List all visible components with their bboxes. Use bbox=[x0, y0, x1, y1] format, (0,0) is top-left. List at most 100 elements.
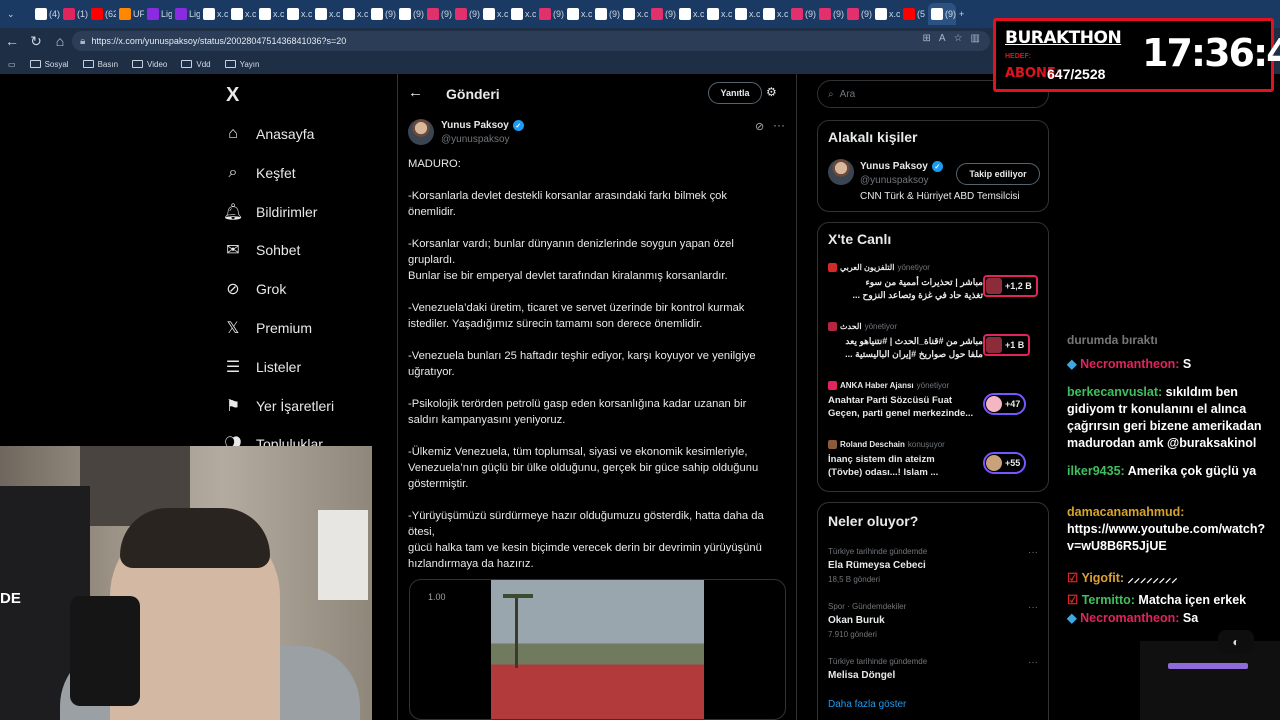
trend-item[interactable]: Türkiye tarihinde gündemde Ela Rümeysa Ce… bbox=[828, 547, 1040, 584]
browser-tab[interactable]: UF bbox=[116, 3, 144, 25]
reply-settings-icon[interactable]: ⚙︎ bbox=[766, 85, 777, 99]
author-handle[interactable]: @yunuspaksoy bbox=[441, 134, 510, 145]
author-avatar[interactable] bbox=[408, 119, 434, 145]
bookmarks-menu-icon[interactable]: ▭ bbox=[8, 60, 16, 69]
back-nav-icon[interactable]: ← bbox=[0, 29, 24, 53]
chat-bubble-icon[interactable]: ◐ bbox=[1218, 630, 1254, 654]
browser-tab[interactable]: (9) bbox=[788, 3, 816, 25]
browser-tab[interactable]: x.c bbox=[760, 3, 788, 25]
nav-item-grok[interactable]: ⊘ Grok bbox=[222, 274, 286, 304]
browser-tab[interactable]: (9) bbox=[536, 3, 564, 25]
browser-tab[interactable]: (9) bbox=[592, 3, 620, 25]
more-options-icon[interactable]: ··· bbox=[773, 118, 785, 132]
author-name[interactable]: Yunus Paksoy ✓ bbox=[441, 120, 524, 131]
browser-tab[interactable]: Lig bbox=[144, 3, 172, 25]
live-item[interactable]: Roland Deschain konuşuyor İnanç sistem din… bbox=[828, 438, 1040, 479]
source-name: Roland Deschain bbox=[840, 439, 905, 449]
browser-tab[interactable]: Lig bbox=[172, 3, 200, 25]
nav-item-label: Yer İşaretleri bbox=[256, 397, 335, 414]
nav-item-mail[interactable]: ✉ Sohbet bbox=[222, 235, 300, 265]
browser-tab[interactable]: x.c bbox=[564, 3, 592, 25]
bookmark-folder[interactable]: Video bbox=[132, 60, 167, 69]
browser-tab[interactable]: (1) bbox=[60, 3, 88, 25]
browser-tab[interactable]: x.c bbox=[256, 3, 284, 25]
home-nav-icon[interactable]: ⌂ bbox=[48, 29, 72, 53]
favorite-star-icon[interactable]: ☆ bbox=[954, 33, 963, 44]
more-options-icon[interactable]: ··· bbox=[1028, 657, 1038, 668]
browser-tab[interactable]: x.c bbox=[200, 3, 228, 25]
browser-tab[interactable]: x.c bbox=[312, 3, 340, 25]
live-listener-badge[interactable]: +47 bbox=[983, 393, 1027, 415]
browser-tab[interactable]: (9) bbox=[928, 3, 956, 25]
browser-tab[interactable]: (9) bbox=[844, 3, 872, 25]
back-arrow-icon[interactable]: ← bbox=[408, 84, 423, 101]
browser-tab[interactable]: (9) bbox=[368, 3, 396, 25]
extension-icon[interactable]: ▥ bbox=[971, 33, 980, 44]
browser-tab[interactable]: (9) bbox=[816, 3, 844, 25]
browser-tab[interactable]: x.c bbox=[620, 3, 648, 25]
nav-item-label: Premium bbox=[256, 320, 313, 336]
live-listener-badge[interactable]: +1,2 B bbox=[983, 275, 1038, 297]
post-media-video[interactable]: 1.00 bbox=[409, 579, 786, 720]
trend-item[interactable]: Türkiye tarihinde gündemde Melisa Döngel ·… bbox=[828, 657, 1040, 685]
install-icon[interactable]: ⊞ bbox=[923, 33, 931, 44]
nav-item-x[interactable]: 𝕏 Premium bbox=[222, 313, 312, 343]
browser-tab[interactable]: (62 bbox=[88, 3, 116, 25]
bookmark-folder[interactable]: Yayın bbox=[224, 60, 259, 69]
browser-tab[interactable]: x.c bbox=[228, 3, 256, 25]
nav-item-home[interactable]: ⌂ Anasayfa bbox=[222, 119, 314, 149]
browser-tab[interactable]: (9) bbox=[424, 3, 452, 25]
live-text: مباشر | تحذيرات أممية من سوء تغذية حاد ف… bbox=[852, 277, 983, 300]
show-more-link[interactable]: Daha fazla göster bbox=[828, 699, 906, 710]
live-item[interactable]: الحدث yönetiyor مباشر من #قناة_الحدث | #نت… bbox=[828, 320, 1040, 361]
trend-category: Türkiye tarihinde gündemde bbox=[828, 657, 928, 666]
trend-item[interactable]: Spor · Gündemdekiler Okan Buruk 7.910 gönd… bbox=[828, 602, 1040, 639]
bookmark-folder[interactable]: Sosyal bbox=[29, 60, 69, 69]
grok-icon[interactable]: ⊘ bbox=[755, 120, 764, 133]
reload-icon[interactable]: ↻ bbox=[24, 29, 48, 53]
reply-button[interactable]: Yanıtla bbox=[708, 82, 762, 104]
live-listener-badge[interactable]: +55 bbox=[983, 452, 1027, 474]
bookmark-folder[interactable]: Vdd bbox=[181, 60, 211, 69]
nav-item-list[interactable]: ☰ Listeler bbox=[222, 352, 301, 382]
related-handle[interactable]: @yunuspaksoy bbox=[860, 175, 929, 186]
browser-tab[interactable]: x.c bbox=[732, 3, 760, 25]
url-bar[interactable]: 🔒︎ https://x.com/yunuspaksoy/status/2002… bbox=[72, 31, 990, 51]
nav-item-search[interactable]: ⌕ Keşfet bbox=[222, 158, 296, 188]
nav-item-bell[interactable]: 🔔︎ Bildirimler bbox=[222, 197, 318, 227]
browser-tab[interactable]: x.c bbox=[480, 3, 508, 25]
video-thumbnail[interactable] bbox=[491, 580, 704, 719]
live-listener-badge[interactable]: +1 B bbox=[983, 334, 1031, 356]
new-tab-button[interactable]: + bbox=[956, 3, 984, 25]
chat-text: https://www.youtube.com/watch?v=wU8B6R5J… bbox=[1067, 522, 1266, 553]
nav-item-bookmark[interactable]: ⚑ Yer İşaretleri bbox=[222, 391, 334, 421]
following-button[interactable]: Takip ediliyor bbox=[956, 163, 1040, 185]
browser-tab[interactable]: x.c bbox=[340, 3, 368, 25]
browser-tab[interactable]: (9) bbox=[648, 3, 676, 25]
trend-name: Okan Buruk bbox=[828, 615, 885, 626]
browser-tab[interactable]: (9) bbox=[396, 3, 424, 25]
browser-tab[interactable]: (4) bbox=[32, 3, 60, 25]
read-aloud-icon[interactable]: A bbox=[939, 33, 946, 44]
browser-tab[interactable]: x.c bbox=[508, 3, 536, 25]
browser-tab[interactable]: x.c bbox=[872, 3, 900, 25]
more-options-icon[interactable]: ··· bbox=[1028, 547, 1038, 558]
related-name[interactable]: Yunus Paksoy ✓ bbox=[860, 161, 943, 172]
badge-count: +47 bbox=[1005, 399, 1021, 409]
tab-favicon-icon bbox=[399, 8, 411, 20]
browser-tab[interactable]: (9) bbox=[452, 3, 480, 25]
live-item[interactable]: ANKA Haber Ajansı yönetiyor Anahtar Parti … bbox=[828, 379, 1040, 420]
browser-tab[interactable]: x.c bbox=[284, 3, 312, 25]
home-icon: ⌂ bbox=[228, 125, 238, 142]
bookmark-folder[interactable]: Basın bbox=[82, 60, 118, 69]
more-options-icon[interactable]: ··· bbox=[1028, 602, 1038, 613]
chat-text: S bbox=[1179, 357, 1192, 371]
live-item[interactable]: التلفزيون العربي yönetiyor مباشر | تحذيرات… bbox=[828, 261, 1040, 302]
tab-favicon-icon bbox=[623, 8, 635, 20]
related-avatar[interactable] bbox=[828, 159, 854, 185]
chat-username: berkecanvuslat: bbox=[1067, 385, 1163, 399]
browser-tab[interactable]: (5 bbox=[900, 3, 928, 25]
browser-tab[interactable]: x.c bbox=[676, 3, 704, 25]
tab-menu-icon[interactable]: ⌄ bbox=[4, 3, 32, 25]
browser-tab[interactable]: x.c bbox=[704, 3, 732, 25]
